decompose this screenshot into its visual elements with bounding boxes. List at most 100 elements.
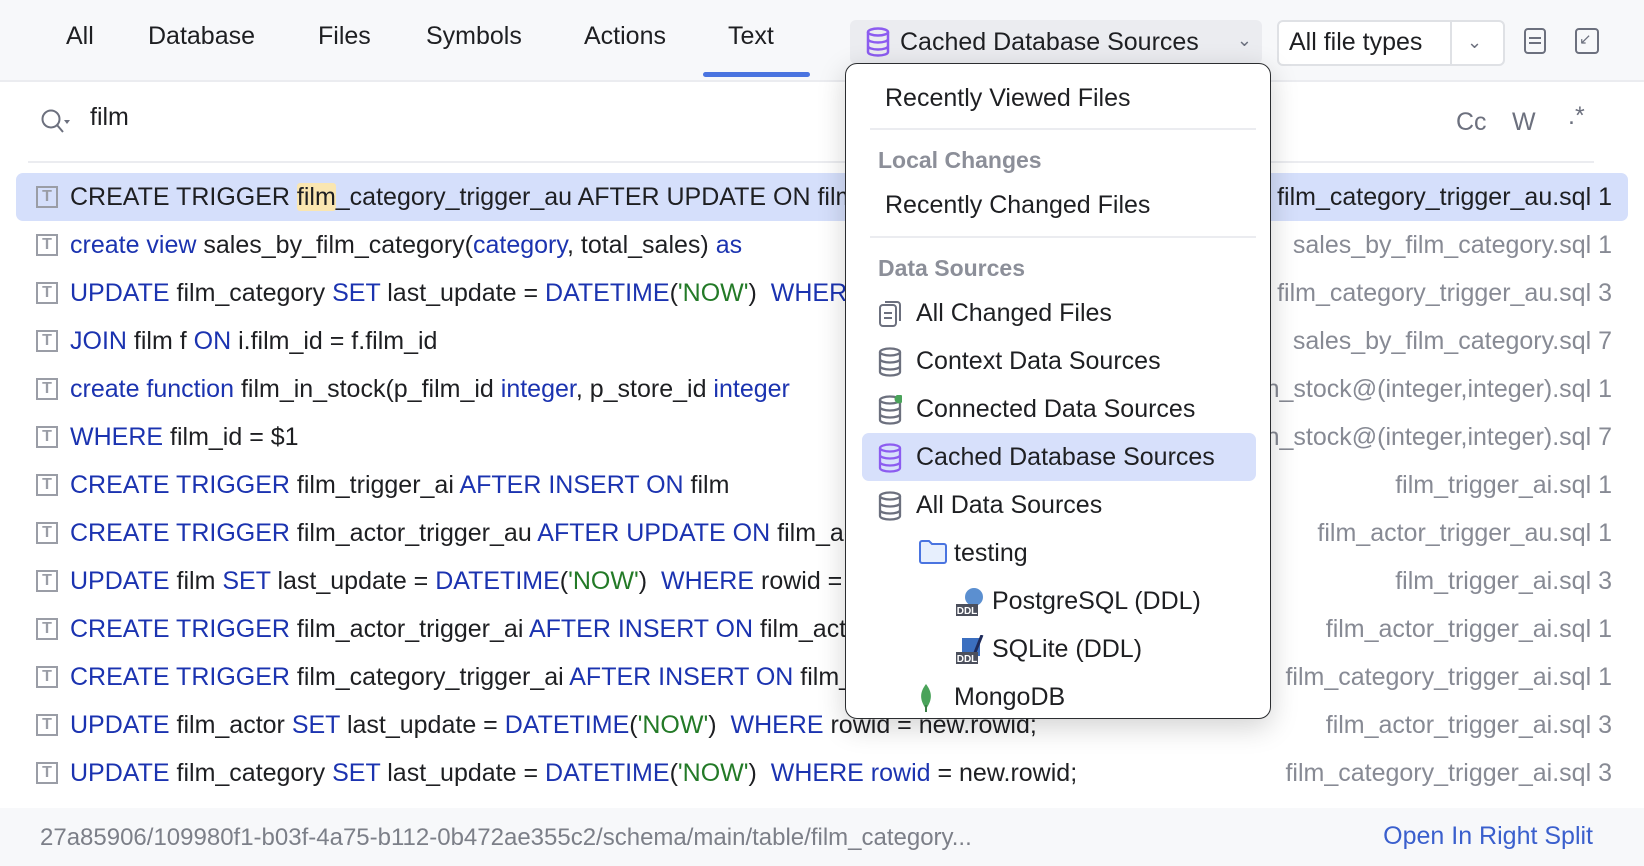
code-token: ): [748, 759, 771, 787]
menu-item-mongodb[interactable]: MongoDB: [846, 673, 1272, 721]
result-row[interactable]: T CREATE TRIGGER film_category_trigger_ai…: [16, 653, 1628, 701]
header: All Database Files Symbols Actions Text …: [0, 0, 1644, 82]
active-tab-indicator: [703, 72, 810, 77]
result-row[interactable]: T UPDATE film_category SET last_update = …: [16, 269, 1628, 317]
result-row[interactable]: T WHERE film_id = $1 film_in_stock@(intege…: [16, 413, 1628, 461]
code-token: last_update =: [380, 279, 546, 307]
code-token: ): [748, 279, 771, 307]
menu-item-connected-data-sources[interactable]: Connected Data Sources: [846, 385, 1272, 433]
divider: [870, 236, 1256, 238]
section-header-local-changes: Local Changes: [878, 147, 1042, 173]
keyword-token: as: [715, 231, 743, 259]
menu-item-cached-database-sources[interactable]: Cached Database Sources: [846, 433, 1272, 481]
tab-symbols[interactable]: Symbols: [426, 22, 522, 51]
keyword-token: category: [472, 231, 567, 259]
open-in-right-split-link[interactable]: Open In Right Split: [1383, 822, 1593, 851]
chevron-down-icon[interactable]: ⌄: [1467, 32, 1482, 53]
keyword-token: CREATE TRIGGER: [70, 519, 290, 547]
code-token: (: [669, 759, 678, 787]
menu-item-label: MongoDB: [954, 683, 1066, 711]
keyword-token: AFTER UPDATE ON: [537, 519, 771, 547]
result-row[interactable]: Tcreate function film_in_stock(p_film_id…: [16, 365, 1628, 413]
menu-item-label: All Changed Files: [916, 299, 1112, 327]
result-code: UPDATE film SET last_update = DATETIME('…: [70, 567, 967, 596]
menu-item-testing[interactable]: testing: [846, 529, 1272, 577]
result-file-location: film_actor_trigger_au.sql 1: [1317, 519, 1612, 547]
code-token: (: [629, 711, 638, 739]
keyword-token: integer: [713, 375, 790, 403]
tab-actions[interactable]: Actions: [584, 22, 666, 51]
code-token: film_actor_trigger_ai: [289, 615, 529, 643]
menu-item-all-changed-files[interactable]: All Changed Files: [846, 289, 1272, 337]
code-token: film: [169, 567, 223, 595]
search-input[interactable]: [88, 102, 792, 133]
keyword-token: UPDATE: [70, 759, 170, 787]
code-token: ): [638, 567, 661, 595]
result-row[interactable]: T CREATE TRIGGER film_category_trigger_au…: [16, 173, 1628, 221]
result-row[interactable]: T UPDATE film SET last_update = DATETIME(…: [16, 557, 1628, 605]
search-icon[interactable]: [40, 108, 76, 136]
code-token: film_category: [169, 759, 333, 787]
result-row[interactable]: T CREATE TRIGGER film_actor_trigger_ai AF…: [16, 605, 1628, 653]
database-icon: [878, 491, 902, 528]
code-token: film_id = $1: [163, 423, 299, 451]
tab-files[interactable]: Files: [318, 22, 371, 51]
menu-item-recently-viewed-files[interactable]: Recently Viewed Files: [846, 74, 1272, 122]
keyword-token: create view: [70, 231, 197, 259]
keyword-token: CREATE TRIGGER: [70, 183, 297, 211]
keyword-token: SET: [332, 279, 381, 307]
menu-item-context-data-sources[interactable]: Context Data Sources: [846, 337, 1272, 385]
menu-item-label: Recently Viewed Files: [885, 84, 1131, 112]
result-file-location: film_category_trigger_ai.sql 3: [1285, 759, 1612, 787]
whole-words-toggle[interactable]: W: [1512, 108, 1536, 137]
menu-item-recently-changed-files[interactable]: Recently Changed Files: [846, 181, 1272, 229]
folder-icon: [918, 539, 948, 572]
svg-text:DDL: DDL: [957, 606, 978, 617]
file-types-dropdown[interactable]: All file types ⌄: [1277, 20, 1505, 66]
tab-text[interactable]: Text: [728, 22, 774, 51]
string-token: 'NOW': [677, 759, 749, 787]
code-token: (: [559, 567, 569, 595]
result-file-location: sales_by_film_category.sql 1: [1292, 231, 1612, 259]
text-file-icon: T: [36, 474, 58, 496]
menu-item-postgresql-ddl[interactable]: DDL PostgreSQL (DDL): [846, 577, 1272, 625]
database-icon: [878, 443, 902, 480]
result-code: JOIN film f ON i.film_id = f.film_id: [70, 327, 437, 356]
result-row[interactable]: T JOIN film f ON i.film_id = f.film_id sal…: [16, 317, 1628, 365]
match-case-toggle[interactable]: Cc: [1456, 108, 1487, 137]
result-row[interactable]: T UPDATE film_actor SET last_update = DAT…: [16, 701, 1628, 749]
result-row[interactable]: T CREATE TRIGGER film_actor_trigger_au AF…: [16, 509, 1628, 557]
tab-database[interactable]: Database: [148, 22, 255, 51]
result-row[interactable]: Tcreate view sales_by_film_category(cate…: [16, 221, 1628, 269]
text-file-icon: T: [36, 186, 58, 208]
result-row[interactable]: T UPDATE film_category SET last_update = …: [16, 749, 1628, 797]
keyword-token: SET: [332, 759, 381, 787]
menu-item-all-data-sources[interactable]: All Data Sources: [846, 481, 1272, 529]
mongodb-leaf-icon: [918, 683, 934, 720]
section-header-data-sources: Data Sources: [878, 255, 1026, 281]
keyword-token: CREATE TRIGGER: [70, 663, 290, 691]
menu-item-sqlite-ddl[interactable]: DDL SQLite (DDL): [846, 625, 1272, 673]
result-file-location: film_category_trigger_ai.sql 1: [1285, 663, 1612, 691]
keyword-token: WHERE: [660, 567, 755, 595]
tab-all[interactable]: All: [66, 22, 94, 51]
open-in-window-icon[interactable]: ↙: [1575, 28, 1599, 54]
regex-toggle[interactable]: .*: [1568, 102, 1585, 131]
result-code: WHERE film_id = $1: [70, 423, 299, 452]
keyword-token: DATETIME: [545, 279, 670, 307]
preview-icon[interactable]: [1524, 28, 1546, 54]
keyword-token: ON: [193, 327, 232, 355]
text-file-icon: T: [36, 666, 58, 688]
scope-dropdown[interactable]: Cached Database Sources ⌄: [850, 20, 1262, 64]
keyword-token: WHERE: [730, 711, 824, 739]
keyword-token: AFTER INSERT ON: [459, 471, 684, 499]
code-token: i.film_id = f.film_id: [231, 327, 438, 355]
database-icon: [878, 347, 902, 384]
result-row[interactable]: T CREATE TRIGGER film_trigger_ai AFTER IN…: [16, 461, 1628, 509]
text-file-icon: T: [36, 234, 58, 256]
string-token: 'NOW': [568, 567, 639, 595]
result-code: CREATE TRIGGER film_category_trigger_ai …: [70, 663, 949, 692]
result-code: create function film_in_stock(p_film_id …: [70, 375, 790, 404]
keyword-token: AFTER INSERT ON: [569, 663, 794, 691]
result-code: CREATE TRIGGER film_actor_trigger_ai AFT…: [70, 615, 868, 644]
